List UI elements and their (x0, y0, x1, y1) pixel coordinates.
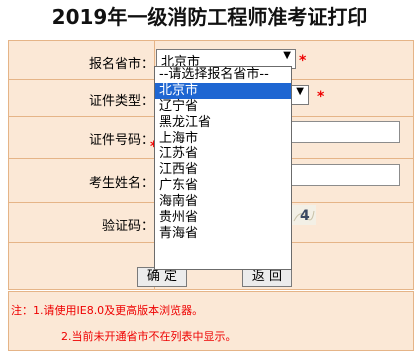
confirm-button[interactable]: 确 定 (137, 267, 187, 287)
dropdown-option[interactable]: 上海市 (155, 131, 291, 147)
dropdown-option[interactable]: 广东省 (155, 178, 291, 194)
id-number-label: 证件号码： (88, 133, 154, 148)
chevron-down-icon: ▼ (296, 86, 304, 97)
dropdown-option[interactable]: 青海省 (155, 226, 291, 242)
dropdown-option[interactable]: 黑龙江省 (155, 115, 291, 131)
id-type-required-mark: * (317, 89, 325, 105)
province-dropdown-list[interactable]: --请选择报名省市-- 北京市 辽宁省 黑龙江省 上海市 江苏省 江西省 广东省… (154, 66, 292, 270)
dropdown-option[interactable]: 江西省 (155, 162, 291, 178)
name-label: 考生姓名： (88, 176, 154, 191)
notes-box: 注：1.请使用IE8.0及更高版本浏览器。 2.当前未开通省市不在列表中显示。 (8, 291, 414, 351)
dropdown-option[interactable]: --请选择报名省市-- (155, 67, 291, 83)
province-required-mark: * (299, 53, 307, 69)
back-button[interactable]: 返 回 (242, 267, 292, 287)
dropdown-option[interactable]: 辽宁省 (155, 99, 291, 115)
captcha-image[interactable]: 4 (292, 205, 316, 225)
note-line-2: 2.当前未开通省市不在列表中显示。 (61, 330, 237, 343)
note-line-1: 注：1.请使用IE8.0及更高版本浏览器。 (11, 304, 204, 317)
province-label: 报名省市： (88, 57, 154, 72)
dropdown-option[interactable]: 海南省 (155, 194, 291, 210)
dropdown-option[interactable]: 江苏省 (155, 146, 291, 162)
captcha-text: 4 (300, 208, 310, 224)
page-title: 2019年一级消防工程师准考证打印 (51, 5, 368, 29)
dropdown-option-selected[interactable]: 北京市 (155, 82, 291, 99)
dropdown-option[interactable]: 贵州省 (155, 210, 291, 226)
captcha-label: 验证码： (101, 219, 154, 234)
id-type-label: 证件类型： (88, 94, 154, 109)
chevron-down-icon: ▼ (283, 50, 291, 61)
